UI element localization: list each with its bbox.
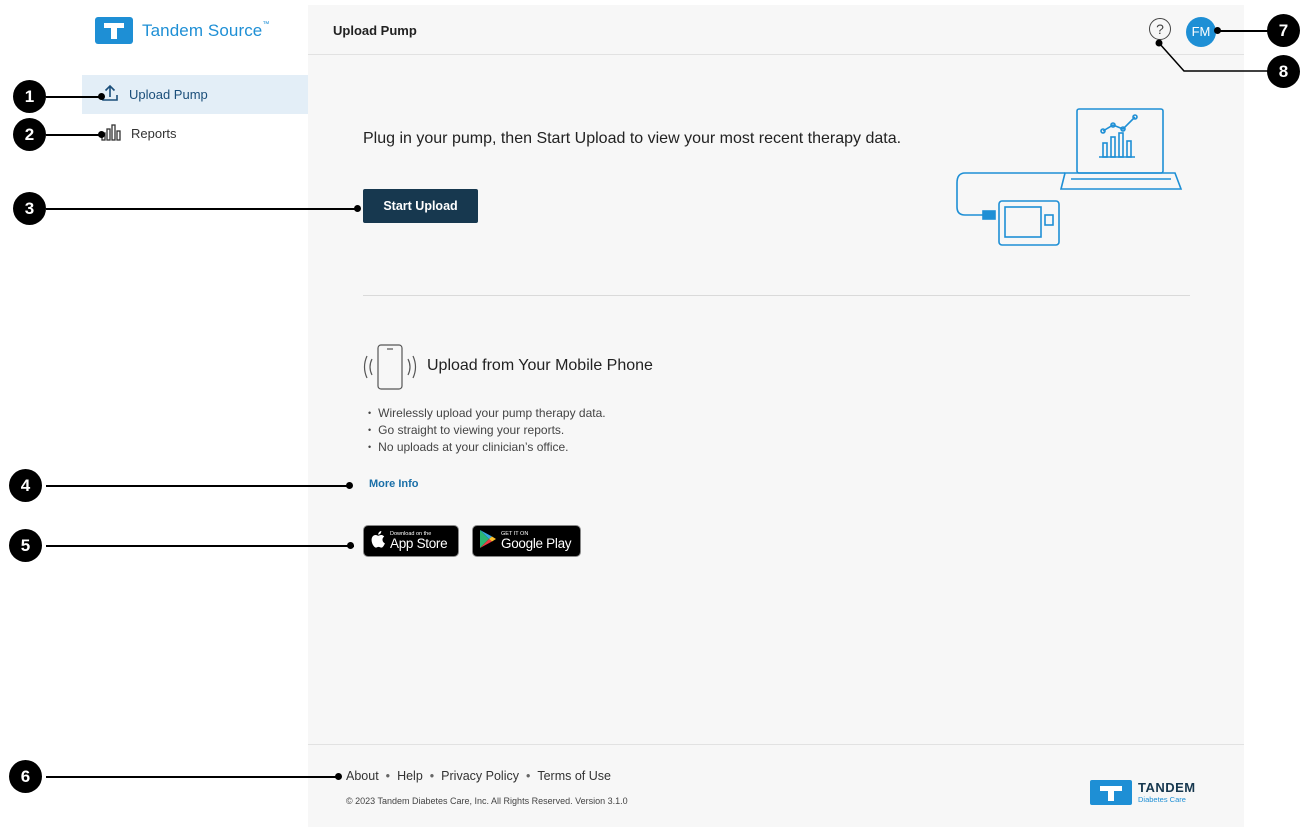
footer-brand-sub: Diabetes Care <box>1138 794 1186 804</box>
mobile-phone-icon <box>361 343 417 398</box>
footer-brand-name: TANDEM <box>1138 780 1196 796</box>
mobile-upload-title: Upload from Your Mobile Phone <box>427 357 653 374</box>
callout-badge-6: 6 <box>9 760 42 793</box>
callout-leader <box>46 134 102 136</box>
tandem-logo-icon <box>1090 780 1132 805</box>
footer-link-privacy-policy[interactable]: Privacy Policy <box>441 769 519 783</box>
callout-leader <box>46 96 102 98</box>
callout-dot <box>335 773 342 780</box>
app-store-label: App Store <box>390 536 448 551</box>
list-item: Go straight to viewing your reports. <box>368 422 606 439</box>
callout-leader <box>46 208 358 210</box>
start-upload-button[interactable]: Start Upload <box>363 189 478 223</box>
pump-laptop-illustration <box>953 103 1193 258</box>
tandem-logo-icon <box>95 17 133 44</box>
google-play-label: Google Play <box>501 536 572 551</box>
section-divider <box>363 295 1190 296</box>
callout-leader <box>46 545 354 547</box>
callout-dot <box>1214 27 1221 34</box>
footer-link-help[interactable]: Help <box>397 769 423 783</box>
list-item: Wirelessly upload your pump therapy data… <box>368 405 605 422</box>
list-item: No uploads at your clinician’s office. <box>368 439 606 456</box>
main-content: Upload Pump ? FM Plug in your pump, then… <box>308 5 1244 827</box>
callout-leader <box>1155 39 1268 72</box>
callout-leader <box>1216 30 1270 32</box>
more-info-link[interactable]: More Info <box>369 478 419 490</box>
apple-icon <box>370 530 386 553</box>
footer-separator: • <box>429 769 435 783</box>
footer-separator: • <box>385 769 391 783</box>
footer-links: About • Help • Privacy Policy • Terms of… <box>346 769 611 783</box>
upload-instructions: Plug in your pump, then Start Upload to … <box>363 130 902 147</box>
sidebar: Tandem Source™ Upload Pump Reports <box>82 0 308 827</box>
callout-dot <box>98 131 105 138</box>
app-store-button[interactable]: Download on the App Store <box>363 525 459 557</box>
callout-badge-3: 3 <box>13 192 46 225</box>
callout-badge-1: 1 <box>13 80 46 113</box>
callout-leader <box>46 776 340 778</box>
callout-badge-4: 4 <box>9 469 42 502</box>
callout-badge-8: 8 <box>1267 55 1300 88</box>
callout-badge-2: 2 <box>13 118 46 151</box>
copyright-text: © 2023 Tandem Diabetes Care, Inc. All Ri… <box>346 796 628 806</box>
sidebar-item-label: Upload Pump <box>129 87 208 102</box>
google-play-button[interactable]: GET IT ON Google Play <box>472 525 581 557</box>
footer-link-terms-of-use[interactable]: Terms of Use <box>537 769 611 783</box>
brand-logo[interactable]: Tandem Source™ <box>95 17 269 44</box>
sidebar-item-label: Reports <box>131 126 177 141</box>
help-icon[interactable]: ? <box>1149 18 1171 40</box>
callout-badge-5: 5 <box>9 529 42 562</box>
footer: About • Help • Privacy Policy • Terms of… <box>308 744 1244 827</box>
footer-link-about[interactable]: About <box>346 769 379 783</box>
page-title: Upload Pump <box>333 23 417 38</box>
feature-list: Wirelessly upload your pump therapy data… <box>368 405 606 456</box>
callout-leader <box>46 485 350 487</box>
callout-dot <box>354 205 361 212</box>
footer-separator: • <box>525 769 531 783</box>
callout-dot <box>98 93 105 100</box>
tandem-diabetes-care-logo: TANDEM Diabetes Care <box>1090 780 1196 805</box>
google-play-icon <box>479 529 497 554</box>
sidebar-item-reports[interactable]: Reports <box>82 114 308 153</box>
callout-dot <box>346 482 353 489</box>
brand-name: Tandem Source™ <box>142 20 270 40</box>
sidebar-item-upload-pump[interactable]: Upload Pump <box>82 75 308 114</box>
callout-dot <box>347 542 354 549</box>
top-bar: Upload Pump ? FM <box>308 5 1244 55</box>
